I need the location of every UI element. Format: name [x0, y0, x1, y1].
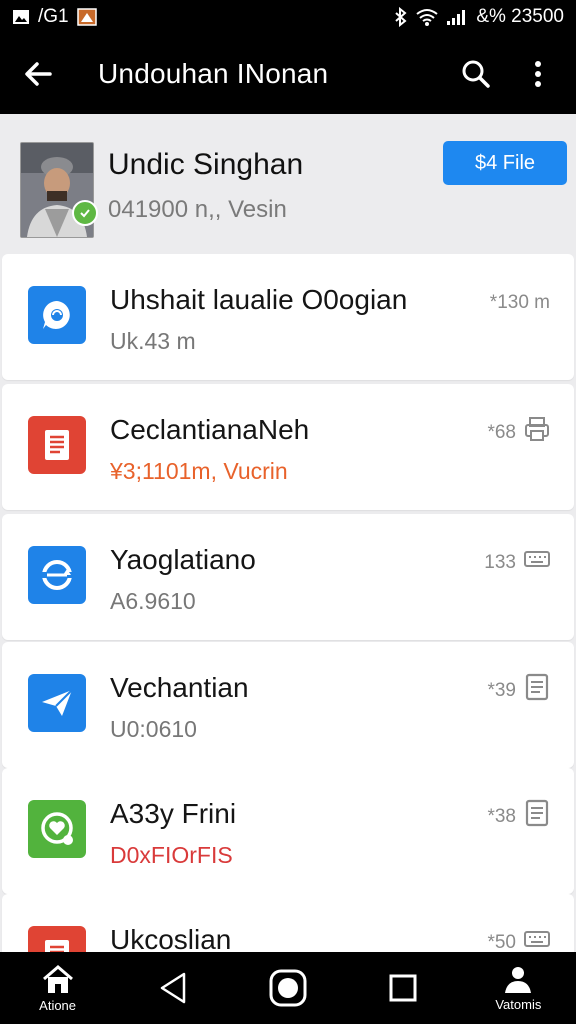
- item-subtitle: Uk.43 m: [110, 328, 196, 354]
- status-right-text: &% 23500: [476, 6, 564, 27]
- app-bar: Undouhan INonan: [0, 34, 576, 114]
- list-item[interactable]: Uhshait laualie O0ogian Uk.43 m *130 m: [2, 254, 574, 380]
- recents-square-icon: [389, 974, 417, 1002]
- item-title: A33y Frini: [110, 798, 237, 829]
- triangle-back-icon: [160, 972, 186, 1004]
- document-icon: [28, 416, 86, 474]
- back-button[interactable]: [16, 52, 60, 96]
- page-title: Undouhan INonan: [98, 58, 329, 89]
- list-item[interactable]: A33y Frini D0xFIOrFIS *38: [2, 768, 574, 894]
- search-icon: [462, 60, 490, 88]
- chat-bubble-icon: [28, 286, 86, 344]
- nav-back[interactable]: [133, 952, 213, 1024]
- profile-name: Undic Singhan: [108, 148, 304, 181]
- item-size: *130 m: [489, 292, 550, 313]
- image-notification-icon: [12, 9, 30, 25]
- bluetooth-icon: [394, 7, 408, 27]
- heart-chat-icon: [28, 800, 86, 858]
- status-left-text: /G1: [38, 6, 69, 27]
- profile-subtitle: 041900 n,, Vesin: [108, 196, 287, 223]
- item-size: *39: [487, 680, 516, 701]
- home-circle-icon: [269, 969, 307, 1007]
- keyboard-icon[interactable]: [522, 544, 552, 574]
- notes-icon[interactable]: [522, 672, 552, 702]
- item-subtitle: ¥3;1101m, Vucrin: [110, 458, 288, 484]
- more-vert-icon: [535, 61, 541, 87]
- back-arrow-icon: [25, 62, 52, 86]
- sync-icon: [28, 546, 86, 604]
- item-subtitle: D0xFIOrFIS: [110, 842, 233, 868]
- nav-home-circle[interactable]: [248, 952, 328, 1024]
- send-icon: [28, 674, 86, 732]
- profile-header: Undic Singhan 041900 n,, Vesin $4 File: [0, 114, 576, 252]
- signal-icon: [446, 8, 468, 26]
- item-size: *38: [487, 806, 516, 827]
- home-icon: [42, 964, 73, 993]
- item-subtitle: U0:0610: [110, 716, 197, 742]
- item-title: CeclantianaNeh: [110, 414, 310, 445]
- status-bar: /G1 &% 23500: [0, 0, 576, 34]
- item-title: Uhshait laualie O0ogian: [110, 284, 408, 315]
- nav-home[interactable]: Atione: [18, 952, 98, 1024]
- keyboard-icon[interactable]: [522, 924, 552, 954]
- verified-check-icon: [72, 200, 98, 226]
- file-button[interactable]: $4 File: [443, 141, 567, 185]
- bottom-nav: Atione Vatomis: [0, 952, 576, 1024]
- wifi-icon: [416, 8, 438, 26]
- nav-home-label: Atione: [39, 997, 77, 1013]
- person-icon: [505, 966, 532, 993]
- print-icon[interactable]: [522, 414, 552, 444]
- nav-profile[interactable]: Vatomis: [478, 952, 558, 1024]
- list-item[interactable]: Vechantian U0:0610 *39: [2, 642, 574, 768]
- status-left: /G1: [12, 6, 97, 28]
- list-item[interactable]: CeclantianaNeh ¥3;1101m, Vucrin *68: [2, 384, 574, 510]
- search-button[interactable]: [454, 52, 498, 96]
- more-options-button[interactable]: [516, 52, 560, 96]
- item-size: 133: [484, 552, 516, 573]
- item-title: Yaoglatiano: [110, 544, 256, 575]
- item-title: Vechantian: [110, 672, 249, 703]
- photo-notification-icon: [76, 8, 97, 26]
- item-size: *50: [487, 932, 516, 953]
- item-subtitle: A6.9610: [110, 588, 196, 614]
- nav-profile-label: Vatomis: [495, 996, 542, 1012]
- status-right: &% 23500: [394, 6, 564, 28]
- list-item[interactable]: Yaoglatiano A6.9610 133: [2, 514, 574, 640]
- notes-icon[interactable]: [522, 798, 552, 828]
- item-size: *68: [487, 422, 516, 443]
- nav-recents[interactable]: [363, 952, 443, 1024]
